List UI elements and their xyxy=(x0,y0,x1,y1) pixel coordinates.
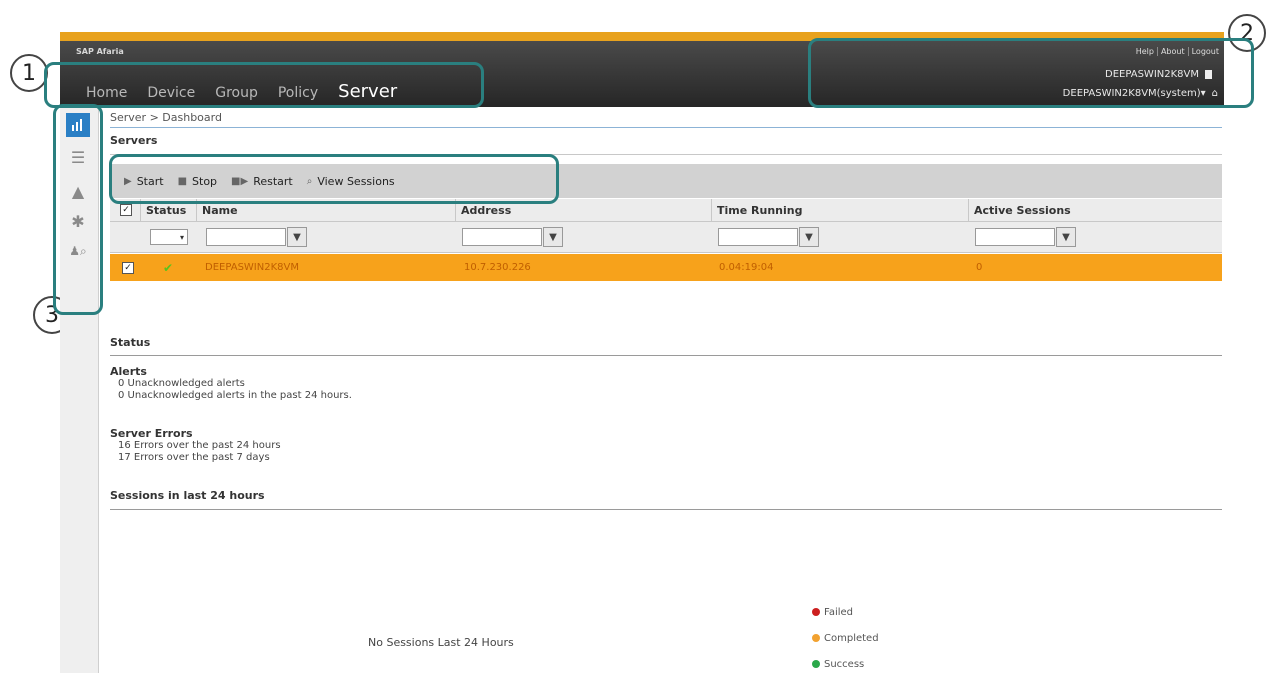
time-filter-input[interactable] xyxy=(718,228,798,246)
legend-failed: Failed xyxy=(812,600,879,626)
breadcrumb: Server > Dashboard xyxy=(110,111,222,124)
row-time-running: 0.04:19:04 xyxy=(719,262,774,273)
sessions-title: Sessions in last 24 hours xyxy=(110,489,265,502)
status-divider xyxy=(110,355,1222,356)
filter-row: ▾ ▼ ▼ ▼ ▼ xyxy=(110,222,1222,253)
sessions-divider xyxy=(110,509,1222,510)
errors-title: Server Errors xyxy=(110,427,193,440)
select-all-checkbox[interactable]: ✓ xyxy=(120,204,132,216)
col-time-running[interactable]: Time Running xyxy=(717,199,802,221)
legend-dot xyxy=(812,634,820,642)
filter-icon[interactable]: ▼ xyxy=(1056,227,1076,247)
errors-line: 16 Errors over the past 24 hours xyxy=(118,440,281,451)
sessions-filter-input[interactable] xyxy=(975,228,1055,246)
errors-line: 17 Errors over the past 7 days xyxy=(118,452,270,463)
no-sessions-message: No Sessions Last 24 Hours xyxy=(368,636,514,649)
legend-label: Success xyxy=(824,659,865,670)
row-name: DEEPASWIN2K8VM xyxy=(205,262,299,273)
legend-label: Failed xyxy=(824,607,854,618)
col-active-sessions[interactable]: Active Sessions xyxy=(974,199,1071,221)
legend-dot xyxy=(812,660,820,668)
row-address: 10.7.230.226 xyxy=(464,262,531,273)
breadcrumb-divider xyxy=(110,127,1222,128)
name-filter-input[interactable] xyxy=(206,228,286,246)
alerts-line: 0 Unacknowledged alerts xyxy=(118,378,245,389)
filter-icon[interactable]: ▼ xyxy=(543,227,563,247)
filter-icon[interactable]: ▼ xyxy=(799,227,819,247)
servers-title: Servers xyxy=(110,134,158,147)
row-checkbox[interactable]: ✓ xyxy=(122,261,134,274)
legend-success: Success xyxy=(812,652,879,678)
table-row[interactable]: ✓ ✔ DEEPASWIN2K8VM 10.7.230.226 0.04:19:… xyxy=(110,254,1222,281)
alerts-title: Alerts xyxy=(110,365,147,378)
callout-1: 1 xyxy=(10,54,48,92)
address-filter-input[interactable] xyxy=(462,228,542,246)
filter-icon[interactable]: ▼ xyxy=(287,227,307,247)
alerts-block: Alerts 0 Unacknowledged alerts 0 Unackno… xyxy=(110,365,352,402)
status-title: Status xyxy=(110,336,151,349)
annotation-toolbar xyxy=(109,154,559,204)
row-active-sessions: 0 xyxy=(976,262,983,273)
annotation-nav xyxy=(44,62,484,108)
alerts-line: 0 Unacknowledged alerts in the past 24 h… xyxy=(118,390,352,401)
annotation-sidebar xyxy=(53,104,103,315)
legend-completed: Completed xyxy=(812,626,879,652)
sessions-legend: Failed Completed Success xyxy=(812,600,879,678)
app-window: SAP Afaria Home Device Group Policy Serv… xyxy=(60,32,1224,673)
brand-label: SAP Afaria xyxy=(76,47,124,56)
annotation-user xyxy=(808,38,1254,108)
legend-dot xyxy=(812,608,820,616)
status-check-icon: ✔ xyxy=(163,260,174,275)
legend-label: Completed xyxy=(824,633,879,644)
status-filter-select[interactable]: ▾ xyxy=(150,229,188,245)
errors-block: Server Errors 16 Errors over the past 24… xyxy=(110,427,281,464)
